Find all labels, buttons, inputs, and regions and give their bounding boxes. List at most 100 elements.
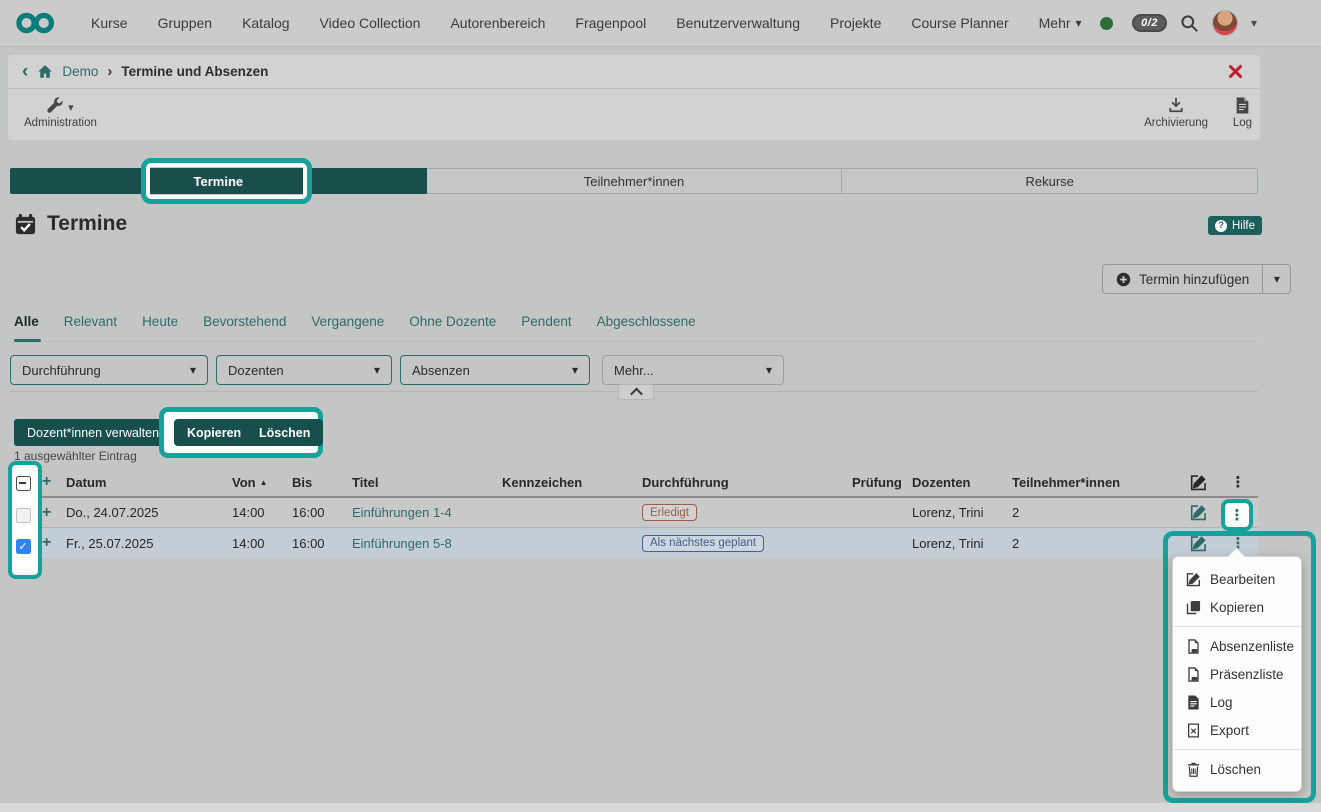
header-von-label: Von	[232, 475, 256, 490]
menu-item-log[interactable]: Log	[1173, 688, 1301, 716]
expand-all-icon[interactable]	[42, 473, 66, 491]
log-tool[interactable]: Log	[1233, 97, 1252, 129]
nav-item-gruppen[interactable]: Gruppen	[143, 15, 227, 31]
row1-title-link[interactable]: Einführungen 1-4	[352, 505, 452, 520]
nav-item-course-planner[interactable]: Course Planner	[896, 15, 1023, 31]
nav-mehr-label: Mehr	[1039, 15, 1071, 31]
menu-item-absenzenliste[interactable]: Absenzenliste	[1173, 632, 1301, 660]
filter-tab-ohne-dozente[interactable]: Ohne Dozente	[409, 314, 496, 341]
table-row-2-selected[interactable]: Fr., 25.07.2025 14:00 16:00 Einführungen…	[10, 528, 1258, 558]
task-counter-badge[interactable]: 0/2	[1132, 14, 1167, 32]
administration-label: Administration	[24, 117, 97, 129]
chevron-up-icon	[630, 387, 643, 400]
row2-datum: Fr., 25.07.2025	[66, 536, 232, 551]
header-row-actions-icon[interactable]	[1218, 473, 1258, 491]
header-edit-column-icon[interactable]	[1178, 474, 1218, 491]
delete-button[interactable]: Löschen	[246, 419, 323, 446]
menu-item-bearbeiten[interactable]: Bearbeiten	[1173, 565, 1301, 593]
nav-item-kurse[interactable]: Kurse	[76, 15, 143, 31]
header-bis[interactable]: Bis	[292, 475, 352, 490]
add-appointment-dropdown-toggle[interactable]	[1263, 264, 1291, 294]
user-menu-chevron-icon[interactable]	[1251, 16, 1257, 30]
menu-separator	[1173, 626, 1301, 627]
user-avatar[interactable]	[1212, 10, 1238, 36]
home-icon[interactable]	[37, 64, 53, 79]
filter-dropdown-durchfuehrung[interactable]: Durchführung	[10, 355, 208, 385]
nav-item-autorenbereich[interactable]: Autorenbereich	[435, 15, 560, 31]
add-appointment-label: Termin hinzufügen	[1139, 272, 1249, 287]
copy-button[interactable]: Kopieren	[174, 419, 254, 446]
header-datum[interactable]: Datum	[66, 475, 232, 490]
filter-absenzen-label: Absenzen	[412, 363, 470, 378]
header-teilnehmer[interactable]: Teilnehmer*innen	[1012, 475, 1152, 490]
filter-dropdown-row: Durchführung Dozenten Absenzen Mehr...	[10, 355, 784, 385]
collapse-filters-button[interactable]	[618, 384, 654, 400]
filter-dropdown-dozenten[interactable]: Dozenten	[216, 355, 392, 385]
file-icon	[1186, 695, 1201, 710]
header-dozenten[interactable]: Dozenten	[912, 475, 1012, 490]
row1-expand-icon[interactable]	[42, 504, 66, 522]
filter-tab-vergangene[interactable]: Vergangene	[311, 314, 384, 341]
filter-tab-abgeschlossene[interactable]: Abgeschlossene	[597, 314, 696, 341]
filter-tab-pendent[interactable]: Pendent	[521, 314, 571, 341]
nav-item-katalog[interactable]: Katalog	[227, 15, 304, 31]
nav-item-benutzerverwaltung[interactable]: Benutzerverwaltung	[661, 15, 815, 31]
row1-edit-icon[interactable]	[1178, 504, 1218, 521]
online-status-dot	[1100, 17, 1113, 30]
row2-expand-icon[interactable]	[42, 534, 66, 552]
row1-actions-icon-highlighted[interactable]	[1230, 506, 1245, 524]
menu-item-kopieren[interactable]: Kopieren	[1173, 593, 1301, 621]
pdf-file-icon	[1186, 639, 1201, 654]
header-titel[interactable]: Titel	[352, 475, 502, 490]
filter-tab-heute[interactable]: Heute	[142, 314, 178, 341]
course-toolbar: Administration Archivierung Log	[8, 89, 1260, 139]
header-kennzeichen[interactable]: Kennzeichen	[502, 475, 642, 490]
row2-title-link[interactable]: Einführungen 5-8	[352, 536, 452, 551]
close-icon[interactable]	[1226, 62, 1244, 80]
tab-termine[interactable]: Termine	[10, 168, 427, 194]
menu-item-loeschen[interactable]: Löschen	[1173, 755, 1301, 783]
nav-item-fragenpool[interactable]: Fragenpool	[560, 15, 661, 31]
filter-tab-relevant[interactable]: Relevant	[64, 314, 117, 341]
question-circle-icon	[1215, 220, 1227, 232]
download-icon	[1167, 97, 1185, 114]
row2-von: 14:00	[232, 536, 292, 551]
tab-teilnehmer[interactable]: Teilnehmer*innen	[427, 168, 843, 194]
menu-item-label: Kopieren	[1210, 600, 1264, 615]
manage-lecturers-button[interactable]: Dozent*innen verwalten	[14, 419, 172, 446]
table-row-1[interactable]: Do., 24.07.2025 14:00 16:00 Einführungen…	[10, 498, 1258, 528]
row1-dozenten: Lorenz, Trini	[912, 505, 1012, 520]
filter-dropdown-absenzen[interactable]: Absenzen	[400, 355, 590, 385]
back-chevron-icon[interactable]	[22, 62, 28, 81]
archive-tool[interactable]: Archivierung	[1144, 97, 1208, 129]
header-pruefung[interactable]: Prüfung	[852, 475, 912, 490]
menu-item-praesenzliste[interactable]: Präsenzliste	[1173, 660, 1301, 688]
wrench-icon	[47, 97, 64, 114]
openolat-logo-icon[interactable]	[14, 11, 60, 35]
nav-item-mehr[interactable]: Mehr	[1024, 15, 1097, 31]
add-appointment-button[interactable]: Termin hinzufügen	[1102, 264, 1263, 294]
filter-tab-alle[interactable]: Alle	[14, 314, 39, 341]
header-von-sorted[interactable]: Von	[232, 475, 292, 490]
filter-tab-bevorstehend[interactable]: Bevorstehend	[203, 314, 286, 341]
header-durchfuehrung[interactable]: Durchführung	[642, 475, 852, 490]
filter-dropdown-mehr[interactable]: Mehr...	[602, 355, 784, 385]
menu-item-export[interactable]: Export	[1173, 716, 1301, 744]
course-segment-tabs: Termine Teilnehmer*innen Rekurse	[10, 168, 1258, 194]
nav-item-projekte[interactable]: Projekte	[815, 15, 896, 31]
administration-tool[interactable]: Administration	[24, 97, 97, 129]
tab-rekurse[interactable]: Rekurse	[842, 168, 1258, 194]
row2-dozenten: Lorenz, Trini	[912, 536, 1012, 551]
spreadsheet-icon	[1186, 723, 1201, 738]
help-badge[interactable]: Hilfe	[1208, 216, 1262, 235]
row2-edit-icon[interactable]	[1178, 535, 1218, 552]
nav-item-video-collection[interactable]: Video Collection	[305, 15, 436, 31]
row-context-menu: Bearbeiten Kopieren Absenzenliste Präsen…	[1172, 556, 1302, 792]
chevron-down-icon	[766, 363, 772, 377]
breadcrumb-course-link[interactable]: Demo	[62, 64, 98, 79]
row2-bis: 16:00	[292, 536, 352, 551]
menu-item-label: Präsenzliste	[1210, 667, 1284, 682]
menu-item-label: Absenzenliste	[1210, 639, 1294, 654]
file-icon	[1235, 97, 1250, 114]
search-icon[interactable]	[1180, 14, 1199, 33]
